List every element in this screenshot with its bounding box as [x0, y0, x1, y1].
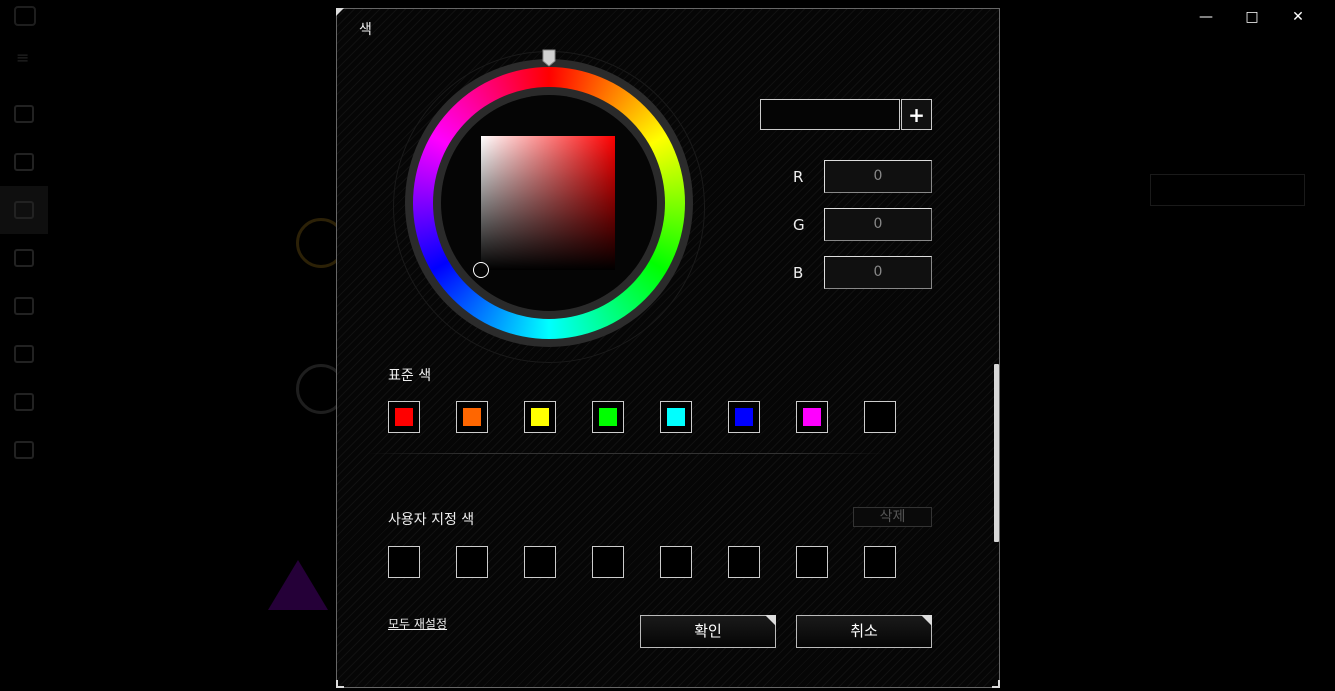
app-logo-icon [14, 6, 36, 26]
swatch-fill [463, 408, 481, 426]
rgb-row-r: R 0 [793, 160, 933, 193]
green-input[interactable]: 0 [824, 208, 932, 241]
hamburger-menu-icon: ≡ [16, 48, 30, 67]
corner-decoration [336, 680, 344, 688]
swatch-fill [803, 408, 821, 426]
bg-nav-item [0, 330, 240, 378]
standard-color-swatch[interactable] [388, 401, 420, 433]
standard-color-swatch[interactable] [864, 401, 896, 433]
standard-color-swatch[interactable] [456, 401, 488, 433]
bg-nav-item [0, 90, 240, 138]
rgb-row-g: G 0 [793, 208, 933, 241]
red-input[interactable]: 0 [824, 160, 932, 193]
standard-color-swatch[interactable] [592, 401, 624, 433]
scrollbar[interactable] [994, 364, 999, 542]
red-label: R [793, 167, 804, 186]
bg-nav-item [0, 426, 240, 474]
bg-nav-item [0, 138, 240, 186]
minimize-icon[interactable]: — [1183, 8, 1229, 26]
swatch-fill [395, 408, 413, 426]
saturation-value-picker[interactable] [481, 136, 615, 270]
bg-nav-item-active [0, 186, 48, 234]
window-controls: — □ ✕ [1183, 8, 1321, 26]
custom-color-swatch[interactable] [728, 546, 760, 578]
custom-color-swatch[interactable] [592, 546, 624, 578]
swatch-fill [735, 408, 753, 426]
close-icon[interactable]: ✕ [1275, 8, 1321, 26]
swatch-fill [871, 408, 889, 426]
cancel-button[interactable]: 취소 [796, 615, 932, 648]
blue-label: B [793, 263, 804, 282]
standard-color-swatch[interactable] [524, 401, 556, 433]
reset-all-link[interactable]: 모두 재설정 [388, 615, 447, 632]
bg-dropdown [1150, 174, 1305, 206]
section-divider [367, 453, 887, 454]
bg-nav-item [0, 234, 240, 282]
bg-nav-item [0, 378, 240, 426]
ok-button[interactable]: 확인 [640, 615, 776, 648]
hex-input[interactable] [760, 99, 900, 130]
background-sidebar [0, 90, 240, 474]
sv-cursor-handle[interactable] [473, 262, 489, 278]
green-label: G [793, 215, 805, 234]
custom-color-swatch[interactable] [456, 546, 488, 578]
color-wheel[interactable] [389, 47, 709, 367]
standard-color-swatch[interactable] [660, 401, 692, 433]
bg-nav-item [0, 282, 240, 330]
hue-handle-icon[interactable] [542, 49, 556, 67]
swatch-fill [599, 408, 617, 426]
custom-color-swatch[interactable] [796, 546, 828, 578]
custom-color-swatch[interactable] [660, 546, 692, 578]
blue-input[interactable]: 0 [824, 256, 932, 289]
color-picker-dialog: 색 + R 0 G 0 B 0 표준 색 사용자 지정 색 삭제 모두 재설정 … [336, 8, 1000, 688]
custom-color-swatch[interactable] [524, 546, 556, 578]
swatch-fill [531, 408, 549, 426]
dialog-title: 색 [359, 22, 372, 38]
custom-colors-label: 사용자 지정 색 [388, 512, 475, 528]
rgb-row-b: B 0 [793, 256, 933, 289]
maximize-icon[interactable]: □ [1229, 8, 1275, 26]
standard-color-swatch[interactable] [728, 401, 760, 433]
custom-color-swatch[interactable] [864, 546, 896, 578]
delete-button[interactable]: 삭제 [853, 507, 932, 527]
bg-triangle-logo-icon [268, 560, 328, 610]
standard-colors-label: 표준 색 [388, 368, 432, 384]
swatch-fill [667, 408, 685, 426]
corner-decoration [992, 680, 1000, 688]
custom-color-swatch[interactable] [388, 546, 420, 578]
standard-color-swatch[interactable] [796, 401, 828, 433]
add-custom-color-button[interactable]: + [901, 99, 932, 130]
